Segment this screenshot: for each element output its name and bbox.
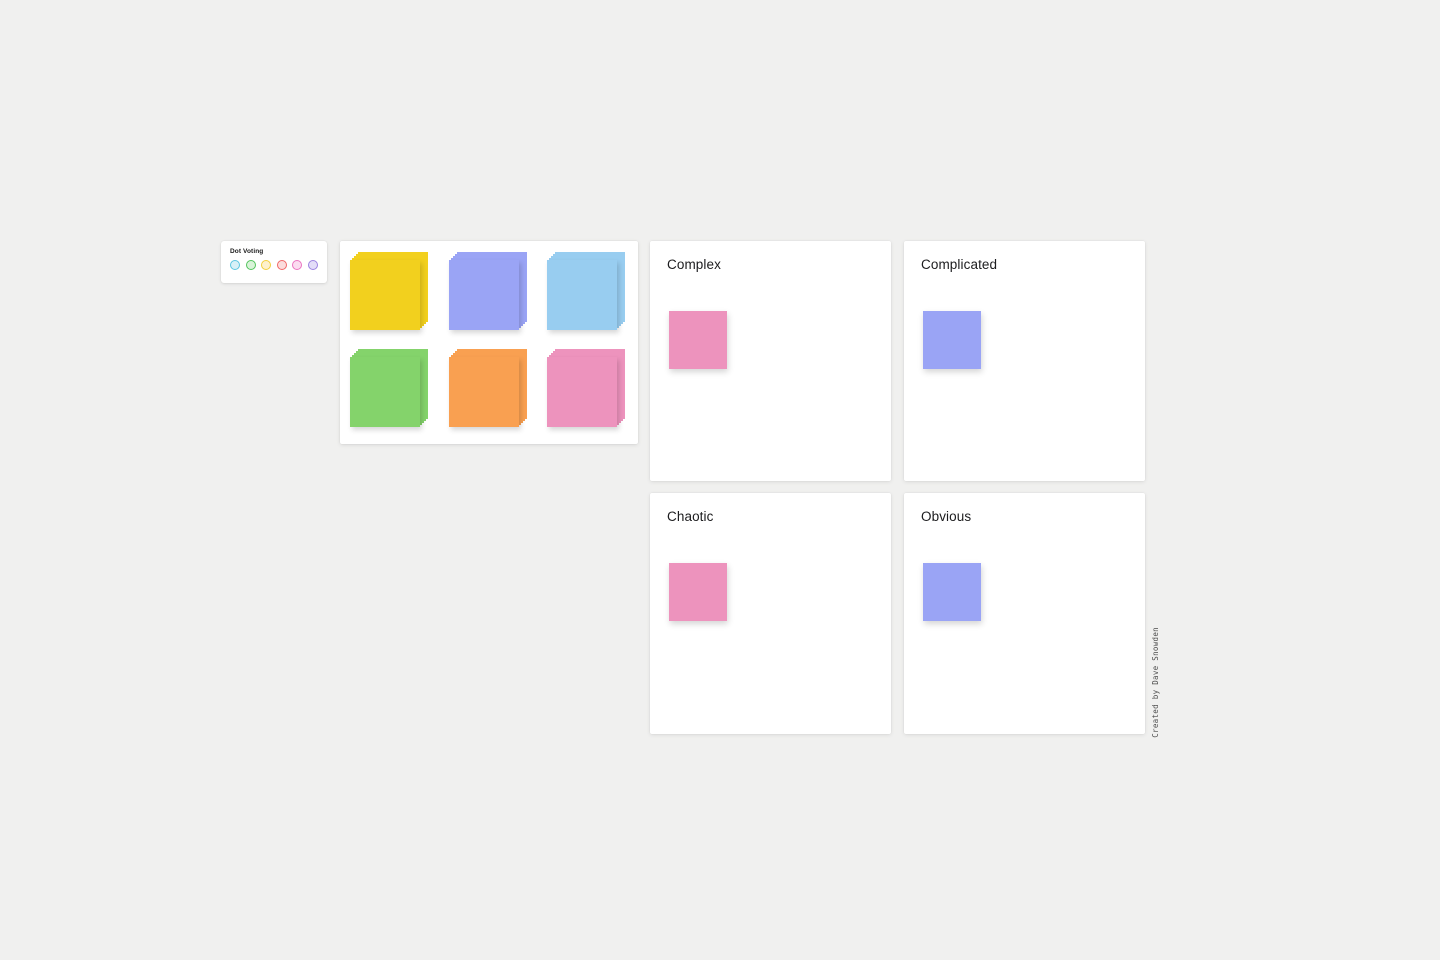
dot-voting-dot-purple[interactable] — [307, 260, 318, 270]
quadrant-title-obvious: Obvious — [921, 509, 972, 524]
sticky-note-stack-blue[interactable] — [547, 252, 626, 330]
quadrant-title-chaotic: Chaotic — [667, 509, 714, 524]
sticky-note-stack-pink[interactable] — [547, 349, 626, 427]
sticky-note-palette[interactable] — [340, 241, 638, 444]
quadrant-card-chaotic[interactable]: Chaotic — [650, 493, 891, 734]
sticky-note-stack-orange[interactable] — [448, 349, 527, 427]
quadrant-title-complicated: Complicated — [921, 257, 998, 272]
dot-voting-swatch-row — [229, 260, 319, 270]
attribution-label: Created by Dave Snowden — [1149, 627, 1163, 738]
dot-voting-dot-red[interactable] — [276, 260, 287, 270]
sticky-note-stack-green[interactable] — [350, 349, 428, 427]
quadrant-sticky-note-chaotic[interactable] — [669, 563, 727, 621]
whiteboard-canvas[interactable]: Dot Voting Complex Complicated Chaotic O… — [0, 0, 1440, 960]
attribution-text: Created by Dave Snowden — [1151, 627, 1160, 738]
quadrant-card-complex[interactable]: Complex — [650, 241, 891, 481]
quadrant-sticky-note-complex[interactable] — [669, 311, 727, 369]
sticky-note-stack-yellow[interactable] — [350, 252, 428, 330]
quadrant-title-complex: Complex — [667, 257, 721, 272]
sticky-note-grid — [350, 252, 628, 433]
quadrant-card-obvious[interactable]: Obvious — [904, 493, 1145, 734]
dot-voting-widget[interactable]: Dot Voting — [221, 241, 327, 283]
quadrant-sticky-note-obvious[interactable] — [923, 563, 981, 621]
dot-voting-dot-blue[interactable] — [230, 260, 240, 270]
quadrant-sticky-note-complicated[interactable] — [923, 311, 981, 369]
quadrant-card-complicated[interactable]: Complicated — [904, 241, 1145, 481]
sticky-note-stack-purple[interactable] — [448, 252, 527, 330]
dot-voting-dot-yellow[interactable] — [261, 260, 271, 270]
dot-voting-dot-pink[interactable] — [292, 260, 302, 270]
dot-voting-title: Dot Voting — [230, 248, 264, 255]
dot-voting-dot-green[interactable] — [245, 260, 256, 270]
